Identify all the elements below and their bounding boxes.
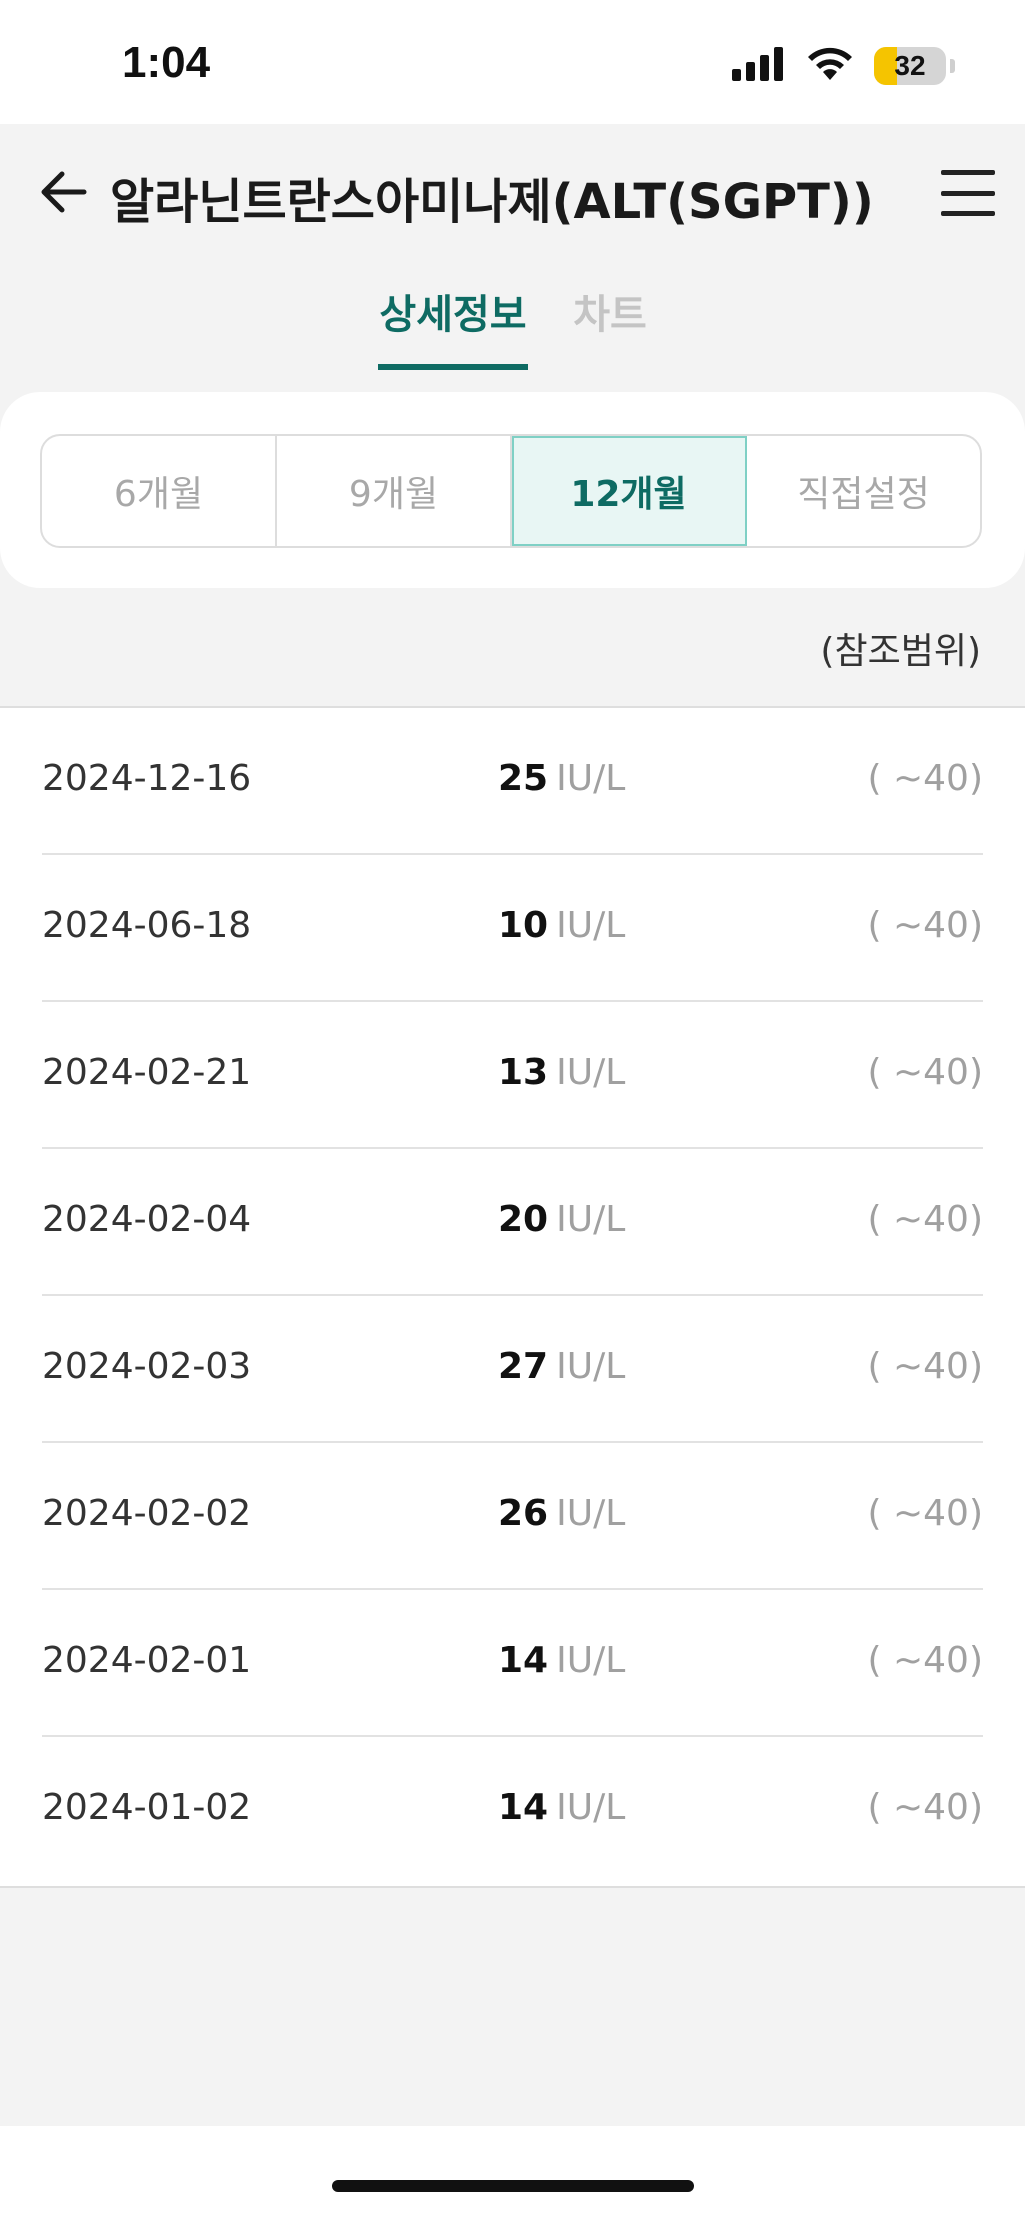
tab-detail-label: 상세정보 — [379, 292, 527, 338]
page-title: 알라닌트란스아미나제(ALT(SGPT)) — [110, 174, 874, 230]
wifi-icon — [806, 46, 854, 86]
result-unit: IU/L — [556, 1493, 626, 1534]
result-unit: IU/L — [556, 1640, 626, 1681]
arrow-left-icon — [41, 171, 87, 213]
home-indicator[interactable] — [332, 2180, 694, 2192]
status-bar: 1:04 32 — [0, 0, 1025, 124]
list-item: 2024-06-18 10 IU/L ( ~40) — [42, 855, 983, 1002]
result-unit: IU/L — [556, 905, 626, 946]
reference-range-label: (참조범위) — [820, 631, 981, 672]
status-time: 1:04 — [122, 38, 211, 87]
result-reference-range: ( ~40) — [867, 1346, 983, 1387]
result-reference-range: ( ~40) — [867, 1493, 983, 1534]
period-option-6-months[interactable]: 6개월 — [42, 436, 277, 546]
result-number: 26 — [498, 1493, 549, 1534]
result-reference-range: ( ~40) — [867, 1199, 983, 1240]
result-unit: IU/L — [556, 1787, 626, 1828]
bottom-safe-area — [0, 2126, 1025, 2218]
result-date: 2024-02-21 — [42, 1052, 252, 1093]
list-item: 2024-12-16 25 IU/L ( ~40) — [42, 708, 983, 855]
result-number: 10 — [498, 905, 549, 946]
menu-line — [941, 211, 995, 216]
tab-chart-label: 차트 — [573, 292, 647, 338]
menu-line — [941, 190, 995, 196]
result-unit: IU/L — [556, 1346, 626, 1387]
result-list: 2024-12-16 25 IU/L ( ~40) 2024-06-18 10 IU… — [0, 706, 1025, 1888]
header: 알라닌트란스아미나제(ALT(SGPT)) — [0, 124, 1025, 264]
result-number: 13 — [498, 1052, 549, 1093]
list-item: 2024-01-02 14 IU/L ( ~40) — [42, 1737, 983, 1884]
result-date: 2024-02-03 — [42, 1346, 252, 1387]
result-value: 27 IU/L — [498, 1346, 625, 1387]
battery-icon: 32 — [874, 47, 946, 85]
result-value: 13 IU/L — [498, 1052, 625, 1093]
tab-chart[interactable]: 차트 — [560, 270, 660, 370]
result-value: 25 IU/L — [498, 758, 625, 799]
result-reference-range: ( ~40) — [867, 1052, 983, 1093]
period-segmented-control: 6개월 9개월 12개월 직접설정 — [40, 434, 982, 548]
list-item: 2024-02-03 27 IU/L ( ~40) — [42, 1296, 983, 1443]
result-number: 14 — [498, 1787, 549, 1828]
result-value: 26 IU/L — [498, 1493, 625, 1534]
result-value: 14 IU/L — [498, 1640, 625, 1681]
result-unit: IU/L — [556, 1052, 626, 1093]
tab-bar: 상세정보 차트 — [0, 270, 1025, 370]
result-value: 10 IU/L — [498, 905, 625, 946]
result-date: 2024-12-16 — [42, 758, 252, 799]
result-number: 27 — [498, 1346, 549, 1387]
list-item: 2024-02-21 13 IU/L ( ~40) — [42, 1002, 983, 1149]
result-number: 25 — [498, 758, 549, 799]
back-button[interactable] — [36, 164, 92, 220]
result-number: 20 — [498, 1199, 549, 1240]
result-reference-range: ( ~40) — [867, 1640, 983, 1681]
period-option-12-months[interactable]: 12개월 — [512, 436, 747, 546]
period-option-9-months[interactable]: 9개월 — [277, 436, 512, 546]
result-date: 2024-06-18 — [42, 905, 252, 946]
result-date: 2024-02-01 — [42, 1640, 252, 1681]
result-unit: IU/L — [556, 1199, 626, 1240]
result-reference-range: ( ~40) — [867, 1787, 983, 1828]
status-icons: 32 — [732, 44, 955, 88]
lab-result-detail-screen: 1:04 32 알라닌트란스아미나제(ALT(SGPT)) 상세정보 차트 6개… — [0, 0, 1025, 2218]
hamburger-menu-icon[interactable] — [941, 170, 995, 216]
tab-detail[interactable]: 상세정보 — [378, 270, 528, 370]
battery-level: 32 — [894, 50, 926, 81]
result-reference-range: ( ~40) — [867, 905, 983, 946]
list-item: 2024-02-02 26 IU/L ( ~40) — [42, 1443, 983, 1590]
list-item: 2024-02-01 14 IU/L ( ~40) — [42, 1590, 983, 1737]
result-date: 2024-02-02 — [42, 1493, 252, 1534]
battery-cap — [950, 59, 955, 73]
result-date: 2024-01-02 — [42, 1787, 252, 1828]
period-option-custom[interactable]: 직접설정 — [747, 436, 980, 546]
list-item: 2024-02-04 20 IU/L ( ~40) — [42, 1149, 983, 1296]
result-unit: IU/L — [556, 758, 626, 799]
result-value: 14 IU/L — [498, 1787, 625, 1828]
result-value: 20 IU/L — [498, 1199, 625, 1240]
signal-icon — [732, 47, 786, 85]
result-date: 2024-02-04 — [42, 1199, 252, 1240]
period-filter-card: 6개월 9개월 12개월 직접설정 — [0, 392, 1025, 588]
result-number: 14 — [498, 1640, 549, 1681]
menu-line — [941, 170, 995, 175]
result-reference-range: ( ~40) — [867, 758, 983, 799]
